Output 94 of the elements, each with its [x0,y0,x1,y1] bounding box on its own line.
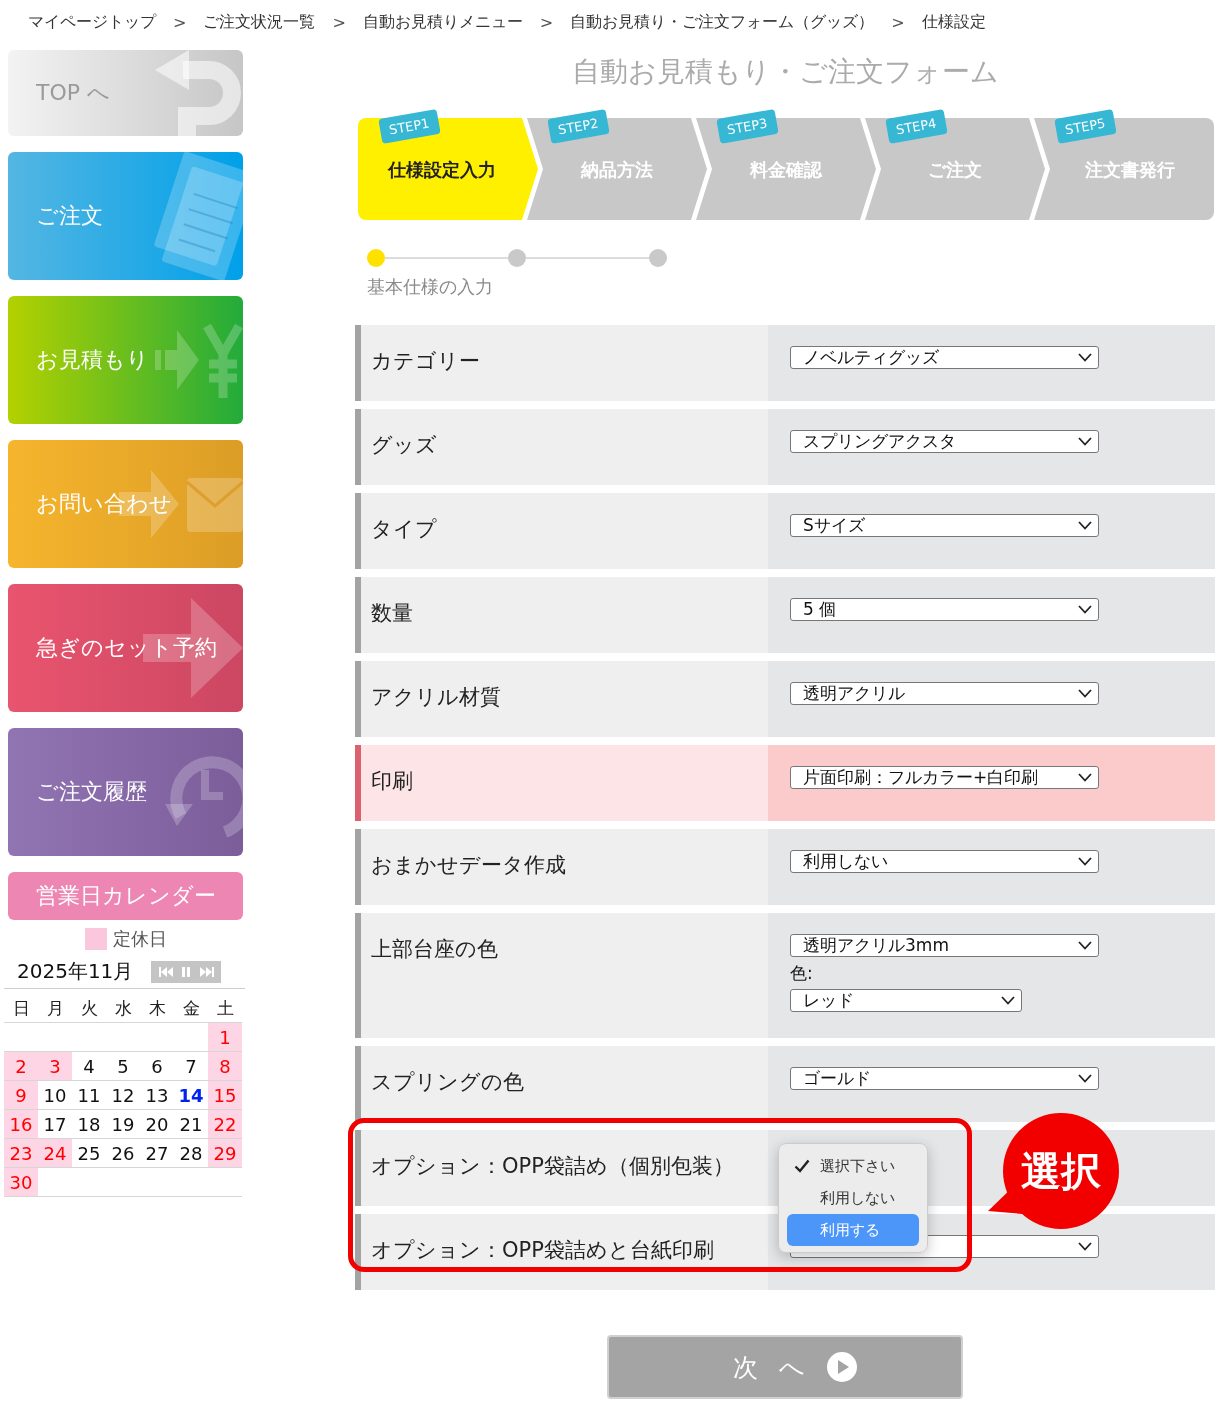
row-label: グッズ [371,433,437,457]
weekday-label: 金 [181,997,201,1020]
row-label: カテゴリー [371,349,480,373]
skip-forward-icon[interactable] [200,966,214,977]
row-label: 数量 [371,601,413,625]
row-label: オプション：OPP袋詰め（個別包装） [371,1154,734,1178]
calendar-day: 2 [4,1052,38,1080]
row-label: オプション：OPP袋詰めと台紙印刷 [371,1238,714,1262]
form-title: 自動お見積もり・ご注文フォーム [570,54,1000,90]
field-caption: 色: [790,963,814,983]
weekday-label: 月 [45,997,65,1020]
calendar-day: 4 [72,1052,106,1080]
select-field[interactable]: ゴールド [790,1067,1099,1090]
calendar-day: 17 [38,1110,72,1138]
select-field[interactable]: 5 個 [790,598,1099,621]
row-label: 印刷 [371,769,413,793]
weekday-label: 水 [113,997,133,1020]
calendar-day: 7 [174,1052,208,1080]
play-circle-icon [827,1352,858,1382]
chevron-down-icon [1078,521,1092,530]
calendar-day: 24 [38,1139,72,1167]
breadcrumb-link[interactable]: ご注文状況一覧 [203,11,316,33]
breadcrumb-link[interactable]: マイページトップ [28,11,156,33]
chevron-down-icon [1078,437,1092,446]
select-field[interactable]: 透明アクリル3mm [790,934,1099,957]
calendar-day: 25 [72,1139,106,1167]
select-field[interactable]: スプリングアクスタ [790,430,1099,453]
row-label: 上部台座の色 [371,937,498,961]
row-label: アクリル材質 [371,685,501,709]
calendar-day: 8 [208,1052,242,1080]
row-label: スプリングの色 [371,1070,524,1094]
chevron-down-icon [1078,1242,1092,1251]
calendar-day: 5 [106,1052,140,1080]
weekday-label: 土 [215,997,235,1020]
calendar-day: 30 [4,1168,38,1196]
calendar-day: 22 [208,1110,242,1138]
skip-back-icon[interactable] [158,966,173,977]
breadcrumb-link[interactable]: 自動お見積り・ご注文フォーム（グッズ） [570,11,875,33]
calendar-day: 15 [208,1081,242,1109]
month-label: 2025年11月 [17,958,134,985]
chevron-down-icon [1078,605,1092,614]
select-field[interactable]: 透明アクリル [790,682,1099,705]
chevron-down-icon [1078,941,1092,950]
checkmark-icon [794,1159,810,1173]
calendar-day: 12 [106,1081,140,1109]
calendar-day: 27 [140,1139,174,1167]
row-label: タイプ [371,517,437,541]
u-turn-arrow-icon [153,50,243,136]
calendar-day: 26 [106,1139,140,1167]
sidebar-button[interactable]: 急ぎのセット予約 [8,584,243,712]
chevron-down-icon [1001,996,1015,1005]
weekday-label: 日 [11,997,31,1020]
breadcrumb-separator: > [539,12,554,32]
chevron-down-icon [1078,857,1092,866]
calendar-day: 20 [140,1110,174,1138]
calendar-day: 23 [4,1139,38,1167]
breadcrumb-link[interactable]: 仕様設定 [921,11,986,33]
select-field[interactable]: 片面印刷：フルカラー+白印刷 [790,766,1099,789]
chevron-down-icon [1078,1074,1092,1083]
chevron-down-icon [1078,773,1092,782]
calendar-day: 3 [38,1052,72,1080]
calendar-day: 6 [140,1052,174,1080]
select-field[interactable]: Sサイズ [790,514,1099,537]
calendar-day: 28 [174,1139,208,1167]
select-field[interactable]: 利用しない [790,850,1099,873]
select-field[interactable]: レッド [790,989,1022,1012]
weekday-label: 木 [147,997,167,1020]
breadcrumb-separator: > [891,12,905,32]
select-field[interactable]: ノベルティグッズ [790,346,1099,369]
calendar-day: 1 [208,1023,242,1051]
calendar-day: 19 [106,1110,140,1138]
calendar-day: 29 [208,1139,242,1167]
calendar-day: 11 [72,1081,106,1109]
arrow-icon [143,598,243,698]
row-label: おまかせデータ作成 [371,853,566,877]
breadcrumb-separator: > [173,12,187,32]
legend-label: 定休日 [112,927,167,951]
chevron-down-icon [1078,689,1092,698]
calendar-day: 10 [38,1081,72,1109]
calendar-day: 21 [174,1110,208,1138]
breadcrumb-link[interactable]: 自動お見積りメニュー [362,11,523,33]
chevron-down-icon [1078,353,1092,362]
menu-item[interactable]: 選択下さい [787,1150,919,1182]
sidebar-button[interactable]: ご注文履歴 [8,728,243,856]
menu-item[interactable]: 利用しない [787,1182,919,1214]
calendar-day: 13 [140,1081,174,1109]
breadcrumb-separator: > [332,12,346,32]
progress-label: 基本仕様の入力 [367,275,494,299]
calendar-day: 16 [4,1110,38,1138]
calendar-day: 14 [174,1081,208,1109]
weekday-label: 火 [79,997,99,1020]
calendar-day: 9 [4,1081,38,1109]
calendar-day: 18 [72,1110,106,1138]
color-swatch-icon [84,928,107,950]
